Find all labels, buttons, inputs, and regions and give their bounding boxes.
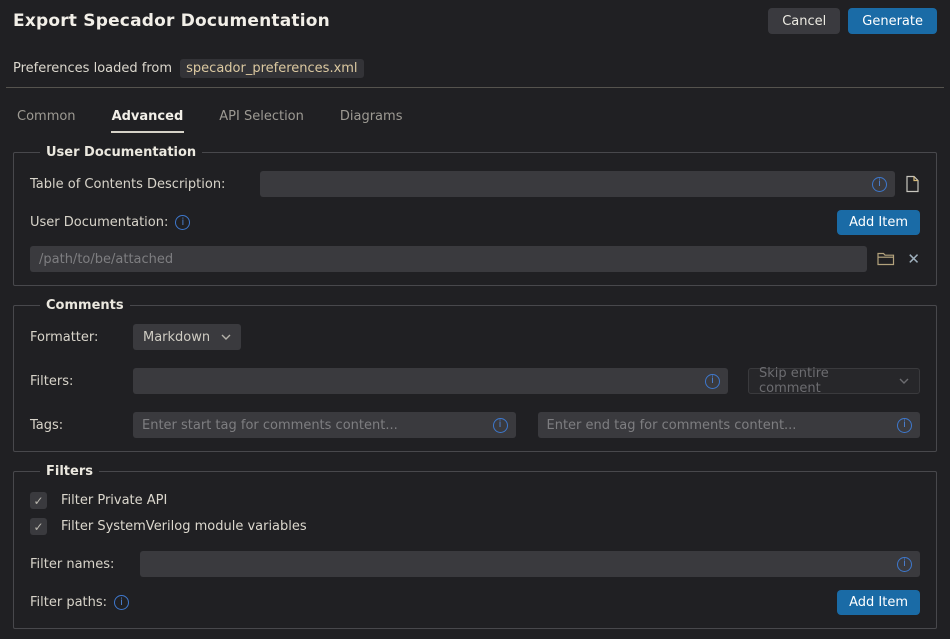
info-icon: i: [897, 418, 912, 433]
tab-bar: Common Advanced API Selection Diagrams: [13, 105, 937, 133]
filter-sv-module-vars-row: ✓ Filter SystemVerilog module variables: [30, 518, 920, 535]
folder-icon[interactable]: [877, 252, 895, 266]
tags-label: Tags:: [30, 418, 133, 433]
comments-legend: Comments: [40, 298, 130, 313]
header-separator: [6, 87, 944, 88]
attachment-path-input-wrap: [30, 246, 867, 272]
filter-names-row: Filter names: i: [30, 551, 920, 577]
filter-private-api-label: Filter Private API: [61, 493, 167, 508]
user-documentation-legend: User Documentation: [40, 145, 202, 160]
chevron-down-icon: [221, 334, 231, 340]
filter-private-api-row: ✓ Filter Private API: [30, 492, 920, 509]
toc-description-input[interactable]: [260, 171, 895, 197]
info-icon: i: [175, 215, 190, 230]
comment-filters-label: Filters:: [30, 374, 133, 389]
user-documentation-label-group: User Documentation: i: [30, 215, 190, 230]
comment-filters-row: Filters: i Skip entire comment: [30, 368, 920, 394]
toc-description-input-wrap: i: [260, 171, 895, 197]
tab-diagrams[interactable]: Diagrams: [339, 105, 404, 133]
formatter-row: Formatter: Markdown: [30, 324, 920, 350]
preferences-file-badge: specador_preferences.xml: [180, 59, 363, 78]
filters-section: Filters ✓ Filter Private API ✓ Filter Sy…: [13, 464, 937, 629]
toc-description-label: Table of Contents Description:: [30, 177, 260, 192]
header-buttons: Cancel Generate: [768, 8, 937, 34]
formatter-label: Formatter:: [30, 330, 133, 345]
info-icon: i: [872, 177, 887, 192]
attachment-path-row: ✕: [30, 246, 920, 272]
dialog-header: Export Specador Documentation Cancel Gen…: [13, 8, 937, 34]
comment-filters-input-wrap: i: [133, 368, 728, 394]
end-tag-input-wrap: i: [538, 412, 921, 438]
formatter-select[interactable]: Markdown: [133, 324, 241, 350]
filter-paths-label-group: Filter paths: i: [30, 595, 129, 610]
filter-sv-module-vars-label: Filter SystemVerilog module variables: [61, 519, 307, 534]
start-tag-input[interactable]: [133, 412, 516, 438]
export-specador-dialog: Export Specador Documentation Cancel Gen…: [0, 0, 950, 639]
info-icon: i: [705, 374, 720, 389]
tab-api-selection[interactable]: API Selection: [218, 105, 305, 133]
chevron-down-icon: [899, 378, 909, 384]
info-icon: i: [897, 557, 912, 572]
start-tag-input-wrap: i: [133, 412, 516, 438]
filter-names-input-wrap: i: [140, 551, 920, 577]
skip-mode-value: Skip entire comment: [759, 366, 889, 396]
filter-names-label: Filter names:: [30, 557, 140, 572]
file-icon[interactable]: [905, 175, 920, 193]
formatter-value: Markdown: [143, 330, 210, 345]
filter-private-api-checkbox[interactable]: ✓: [30, 492, 47, 509]
preferences-status: Preferences loaded from specador_prefere…: [13, 61, 937, 76]
add-item-button[interactable]: Add Item: [837, 210, 920, 235]
generate-button[interactable]: Generate: [848, 8, 937, 34]
filter-paths-row: Filter paths: i Add Item: [30, 590, 920, 615]
info-icon: i: [114, 595, 129, 610]
user-documentation-section: User Documentation Table of Contents Des…: [13, 145, 937, 286]
tab-advanced[interactable]: Advanced: [111, 105, 185, 133]
attachment-path-input[interactable]: [30, 246, 867, 272]
info-icon: i: [493, 418, 508, 433]
filter-paths-label: Filter paths:: [30, 595, 107, 610]
comment-filters-input[interactable]: [133, 368, 728, 394]
tags-row: Tags: i i: [30, 412, 920, 438]
add-filter-path-button[interactable]: Add Item: [837, 590, 920, 615]
end-tag-input[interactable]: [538, 412, 921, 438]
preferences-status-text: Preferences loaded from: [13, 61, 172, 76]
user-documentation-label: User Documentation:: [30, 215, 168, 230]
close-icon[interactable]: ✕: [907, 250, 920, 268]
page-title: Export Specador Documentation: [13, 11, 330, 31]
toc-description-row: Table of Contents Description: i: [30, 171, 920, 197]
cancel-button[interactable]: Cancel: [768, 8, 840, 34]
user-documentation-row: User Documentation: i Add Item: [30, 210, 920, 235]
filter-names-input[interactable]: [140, 551, 920, 577]
filter-sv-module-vars-checkbox[interactable]: ✓: [30, 518, 47, 535]
skip-mode-select[interactable]: Skip entire comment: [748, 368, 920, 394]
comments-section: Comments Formatter: Markdown Filters: i …: [13, 298, 937, 452]
tab-common[interactable]: Common: [16, 105, 77, 133]
filters-legend: Filters: [40, 464, 99, 479]
